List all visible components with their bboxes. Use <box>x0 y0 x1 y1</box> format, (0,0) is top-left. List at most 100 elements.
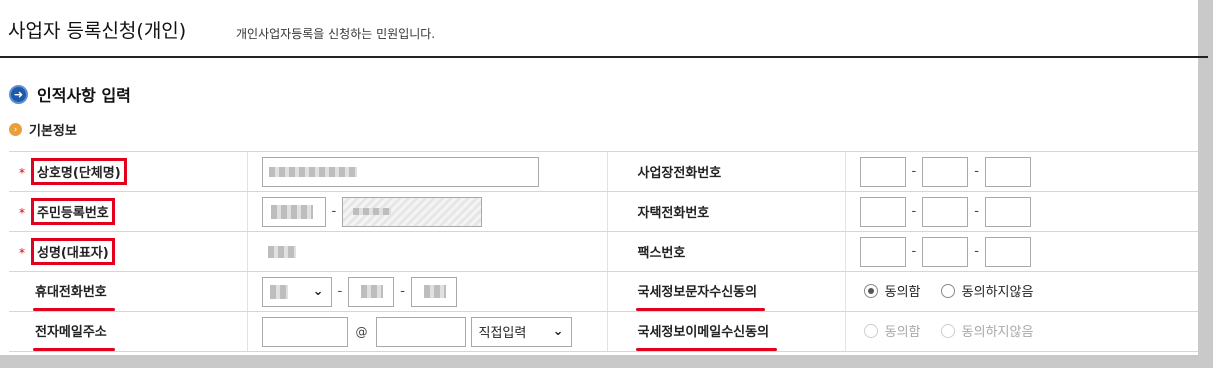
fax-part1[interactable] <box>859 236 906 267</box>
business-phone-part2[interactable] <box>922 156 969 187</box>
dash: - <box>974 164 979 179</box>
basic-info-form: * 상호명(단체명) 사업장전화번호 -- * 주민등록번호 - 자택전화번호 … <box>9 151 1198 352</box>
form-row-mobile: 휴대전화번호 ⌄ - - 국세정보문자수신동의 동의함 동의하지않음 <box>9 271 1198 312</box>
resident-number-front-input[interactable] <box>261 196 326 227</box>
label-cell: * 주민등록번호 <box>9 191 247 232</box>
highlight-box: 성명(대표자) <box>31 238 115 265</box>
email-domain-select-value: 직접입력 <box>478 326 527 341</box>
label-cell: 휴대전화번호 <box>9 271 247 312</box>
home-phone-label: 자택전화번호 <box>637 206 710 221</box>
sms-consent-agree-label: 동의함 <box>884 285 921 301</box>
representative-name-value <box>267 245 296 258</box>
email-consent-label: 국세정보이메일수신동의 <box>637 325 770 340</box>
mobile-last-input[interactable] <box>410 276 457 307</box>
mobile-middle-input[interactable] <box>348 276 395 307</box>
dash: - <box>911 204 917 219</box>
redacted-text <box>361 285 384 298</box>
underline-highlight: 국세정보이메일수신동의 <box>635 321 777 351</box>
sms-consent-disagree-radio[interactable]: 동의하지않음 <box>940 281 1034 301</box>
subsection-heading: › 기본정보 <box>9 120 77 139</box>
email-consent-agree-label: 동의함 <box>884 325 921 341</box>
mobile-prefix-select[interactable]: ⌄ <box>261 276 332 307</box>
form-row-representative-name: * 성명(대표자) 팩스번호 - - <box>9 231 1198 272</box>
header-divider <box>0 56 1208 58</box>
value-cell: - <box>246 191 607 232</box>
dash: - <box>974 204 979 219</box>
label-cell: 전자메일주소 <box>9 311 247 352</box>
home-phone-part1[interactable] <box>859 196 906 227</box>
form-row-email: 전자메일주소 @ 직접입력 ⌄ 국세정보이메일수신동의 동의함 동의하지않음 <box>9 311 1198 352</box>
dash: - <box>911 244 917 259</box>
home-phone-part3[interactable] <box>984 196 1031 227</box>
sms-consent-disagree-label: 동의하지않음 <box>961 285 1034 301</box>
sms-consent-label: 국세정보문자수신동의 <box>637 285 758 300</box>
business-name-input[interactable] <box>261 156 539 187</box>
dash: - <box>974 244 979 259</box>
email-domain-input[interactable] <box>375 316 466 347</box>
fax-part2[interactable] <box>922 236 969 267</box>
value-cell: ⌄ - - <box>246 271 607 312</box>
redacted-text <box>269 284 288 299</box>
business-phone-part1[interactable] <box>859 156 906 187</box>
dash: - <box>337 284 343 299</box>
highlight-box: 주민등록번호 <box>31 198 115 225</box>
arrow-right-circle-icon: ➜ <box>9 84 28 104</box>
underline-highlight: 국세정보문자수신동의 <box>635 281 765 311</box>
fax-part3[interactable] <box>984 236 1031 267</box>
email-consent-disagree-radio[interactable]: 동의하지않음 <box>940 321 1034 341</box>
page-title: 사업자 등록신청(개인) <box>8 20 187 42</box>
underline-highlight: 휴대전화번호 <box>33 281 115 311</box>
representative-name-label: 성명(대표자) <box>37 246 109 261</box>
highlight-box: 상호명(단체명) <box>31 158 127 185</box>
redacted-text <box>353 208 392 215</box>
redacted-text <box>268 166 357 177</box>
business-phone-part3[interactable] <box>984 156 1031 187</box>
label-cell: * 성명(대표자) <box>9 231 247 272</box>
page-description: 개인사업자등록을 신청하는 민원입니다. <box>236 27 436 41</box>
radio-disabled-icon <box>940 323 955 338</box>
label-cell: 국세정보문자수신동의 <box>606 271 845 312</box>
required-mark: * <box>19 246 25 260</box>
dash: - <box>400 284 405 299</box>
page-header: 사업자 등록신청(개인) 개인사업자등록을 신청하는 민원입니다. <box>0 14 1198 58</box>
email-id-input[interactable] <box>261 316 348 347</box>
chevron-down-icon: ⌄ <box>552 324 564 339</box>
resident-number-back-input[interactable] <box>342 196 483 227</box>
subsection-title: 기본정보 <box>29 124 77 139</box>
email-domain-select[interactable]: 직접입력 ⌄ <box>470 316 572 347</box>
value-cell <box>246 231 607 272</box>
value-cell: 동의함 동의하지않음 <box>844 311 1198 352</box>
radio-disabled-icon <box>863 323 878 338</box>
dash: - <box>911 164 917 179</box>
value-cell: 동의함 동의하지않음 <box>844 271 1198 312</box>
radio-unchecked-icon <box>940 283 955 298</box>
dash: - <box>331 204 337 219</box>
email-consent-agree-radio[interactable]: 동의함 <box>863 321 921 341</box>
home-phone-part2[interactable] <box>922 196 969 227</box>
mobile-phone-label: 휴대전화번호 <box>35 285 107 300</box>
redacted-text <box>423 285 446 298</box>
label-cell: 사업장전화번호 <box>606 151 845 192</box>
label-cell: * 상호명(단체명) <box>9 151 247 192</box>
required-mark: * <box>19 166 25 180</box>
underline-highlight: 전자메일주소 <box>33 321 115 351</box>
value-cell: -- <box>844 191 1198 232</box>
redacted-text <box>270 204 313 219</box>
at-sign: @ <box>355 324 368 339</box>
fax-label: 팩스번호 <box>637 246 686 261</box>
label-cell: 자택전화번호 <box>606 191 845 232</box>
resident-number-label: 주민등록번호 <box>37 206 109 221</box>
section-title: 인적사항 입력 <box>37 86 131 105</box>
email-label: 전자메일주소 <box>35 325 107 340</box>
label-cell: 국세정보이메일수신동의 <box>606 311 845 352</box>
value-cell: -- <box>844 151 1198 192</box>
form-row-business-name: * 상호명(단체명) 사업장전화번호 -- <box>9 151 1198 192</box>
bottom-gray-area <box>0 355 1213 368</box>
business-phone-label: 사업장전화번호 <box>637 166 722 181</box>
required-mark: * <box>19 206 25 220</box>
value-cell <box>246 151 607 192</box>
email-consent-disagree-label: 동의하지않음 <box>961 325 1034 341</box>
form-row-resident-number: * 주민등록번호 - 자택전화번호 -- <box>9 191 1198 232</box>
section-heading: ➜ 인적사항 입력 <box>9 82 131 106</box>
sms-consent-agree-radio[interactable]: 동의함 <box>863 281 921 301</box>
